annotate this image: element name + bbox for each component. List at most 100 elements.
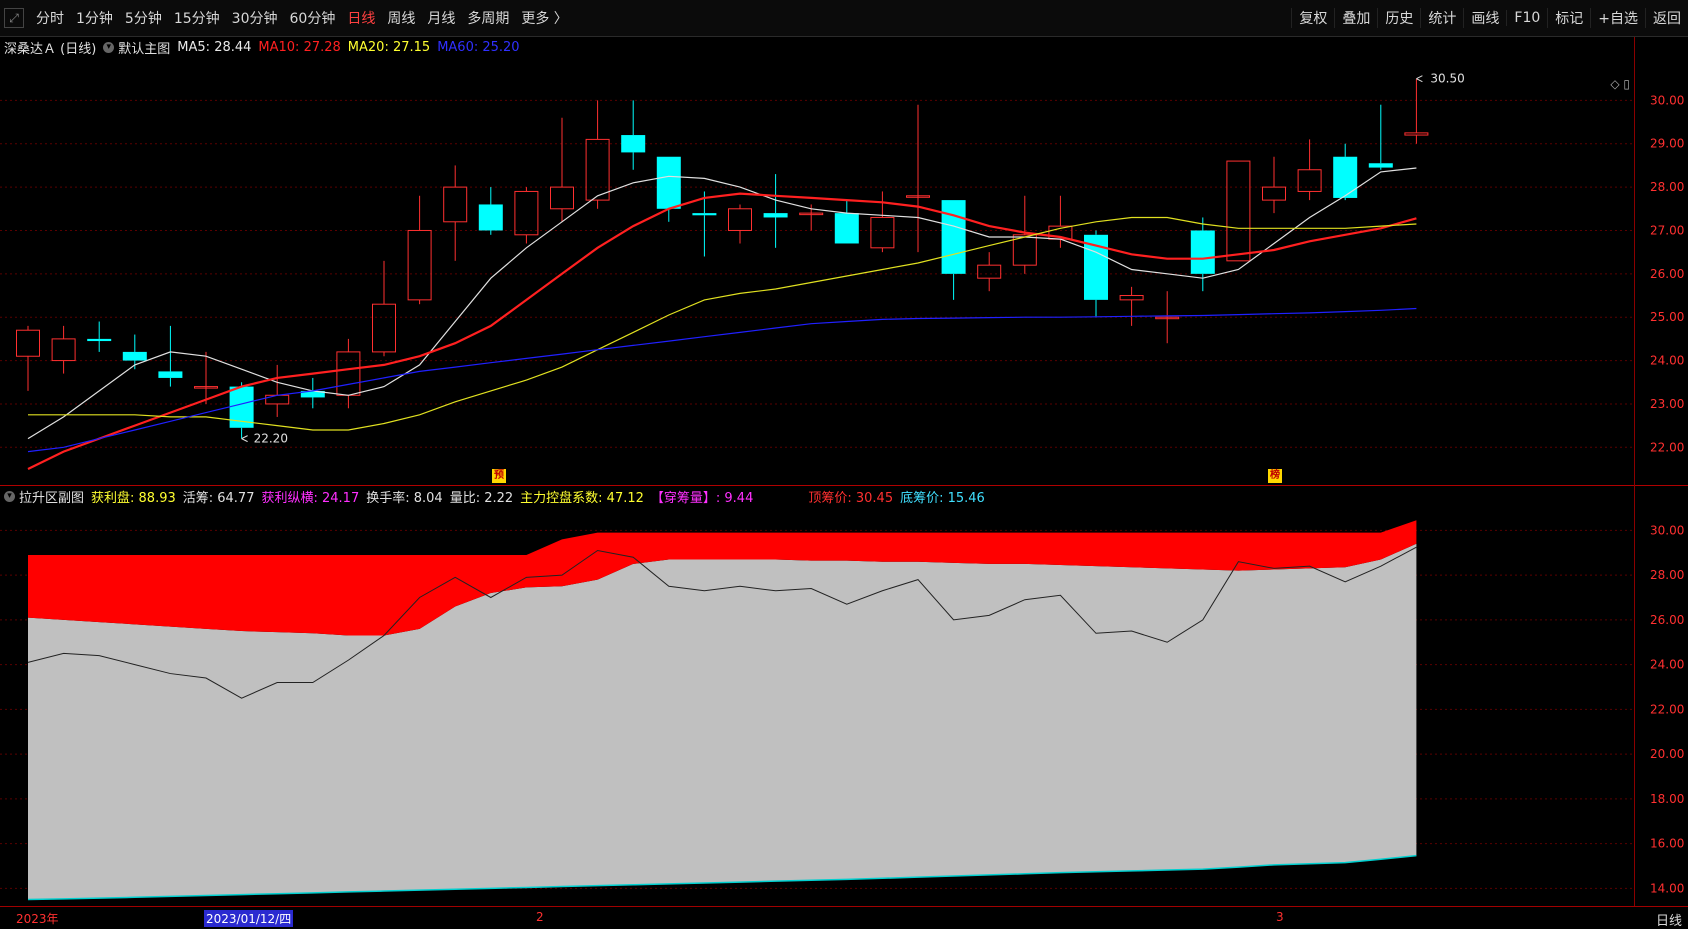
chip-wear-label: 【穿筹量】: 9.44 — [650, 490, 754, 506]
candle-body — [87, 338, 112, 342]
candle-body — [692, 213, 717, 216]
candle-body — [1333, 156, 1358, 198]
history-button[interactable]: 历史 — [1377, 8, 1420, 28]
candle-body — [1226, 160, 1251, 262]
profit-span-label: 获利纵横: 24.17 — [261, 490, 360, 506]
candle-body — [621, 135, 646, 153]
f10-button[interactable]: F10 — [1506, 10, 1547, 26]
date-month-3: 3 — [1276, 910, 1284, 924]
top-price-label: 顶筹价: 30.45 — [808, 490, 894, 506]
price-tick-label: 26.00 — [1650, 613, 1684, 627]
date-cursor: 2023/01/12/四 — [204, 910, 294, 927]
price-tick-label: 14.00 — [1650, 881, 1684, 895]
mark-button[interactable]: 标记 — [1547, 8, 1590, 28]
back-button[interactable]: 返回 — [1645, 8, 1688, 28]
candle-body — [407, 229, 432, 301]
high-arrow — [1416, 75, 1423, 83]
tab-60min[interactable]: 60分钟 — [284, 8, 342, 28]
candle-body — [656, 156, 681, 209]
candle-body — [336, 351, 361, 396]
candle-body — [1297, 169, 1322, 192]
candle-body — [1262, 186, 1286, 201]
low-arrow — [241, 435, 248, 443]
overlay-button[interactable]: 叠加 — [1334, 8, 1377, 28]
tab-multi-period[interactable]: 多周期 — [461, 8, 515, 28]
candle-body — [550, 186, 574, 210]
bottom-price-label: 底筹价: 15.46 — [900, 490, 985, 506]
price-tick-label: 22.00 — [1650, 702, 1684, 716]
tab-5min[interactable]: 5分钟 — [119, 8, 168, 28]
low-label: 22.20 — [254, 432, 288, 446]
candlestick-chart[interactable]: 22.00 23.00 24.00 25.00 26.00 27.00 28.00 29.00… — [0, 37, 1688, 485]
price-tick-label: 25.00 — [1650, 310, 1684, 324]
stock-name[interactable]: 深桑达Ａ (日线) — [4, 38, 96, 57]
adjust-button[interactable]: 复权 — [1291, 8, 1334, 28]
candle-body — [443, 186, 468, 223]
active-label: 活筹: 64.77 — [182, 490, 255, 506]
indicator-icon[interactable]: ▾ — [4, 490, 15, 502]
price-tick-label: 30.00 — [1650, 93, 1684, 107]
date-axis: 2023年 2023/01/12/四 2 3 日线 — [0, 906, 1688, 929]
add-watchlist-button[interactable]: +自选 — [1590, 8, 1645, 28]
candle-body — [514, 190, 539, 236]
tab-15min[interactable]: 15分钟 — [168, 8, 226, 28]
date-year: 2023年 — [16, 912, 59, 926]
tab-fenshi[interactable]: 分时 — [30, 8, 70, 28]
candle-body — [1404, 132, 1429, 136]
tab-monthly[interactable]: 月线 — [421, 8, 461, 28]
tab-weekly[interactable]: 周线 — [381, 8, 421, 28]
indicator-name[interactable]: 拉升区副图 — [19, 487, 84, 506]
price-tick-label: 20.00 — [1650, 747, 1684, 761]
stats-button[interactable]: 统计 — [1420, 8, 1463, 28]
tab-1min[interactable]: 1分钟 — [70, 8, 119, 28]
draw-line-button[interactable]: 画线 — [1463, 8, 1506, 28]
profit-label: 获利盘: 88.93 — [91, 490, 176, 506]
candle-body — [941, 200, 966, 274]
candle-body — [728, 208, 752, 231]
expand-icon[interactable]: ⤢ — [4, 8, 24, 28]
ma10-label: MA10: 27.28 — [258, 39, 341, 55]
high-label: 30.50 — [1430, 72, 1464, 86]
tool-buttons: 复权 叠加 历史 统计 画线 F10 标记 +自选 返回 — [1291, 0, 1688, 36]
template-name[interactable]: 默认主图 — [118, 38, 170, 57]
candle-body — [1119, 295, 1144, 301]
candle-body — [372, 303, 396, 353]
tab-more[interactable]: 更多 〉 — [515, 8, 573, 28]
period-tabs: ⤢ 分时 1分钟 5分钟 15分钟 30分钟 60分钟 日线 周线 月线 多周期… — [0, 0, 574, 36]
candle-body — [478, 204, 503, 231]
tab-30min[interactable]: 30分钟 — [226, 8, 284, 28]
price-tick-label: 18.00 — [1650, 792, 1684, 806]
pre-marker[interactable]: 预 — [492, 469, 506, 483]
period-toolbar: ⤢ 分时 1分钟 5分钟 15分钟 30分钟 60分钟 日线 周线 月线 多周期… — [0, 0, 1688, 37]
sub-info-line: ▾ 拉升区副图 获利盘: 88.93 活筹: 64.77 获利纵横: 24.17… — [4, 486, 992, 506]
candle-body — [51, 338, 76, 362]
price-tick-label: 24.00 — [1650, 354, 1684, 368]
chip-distribution-chart[interactable]: 14.00 16.00 18.00 20.00 22.00 24.00 26.00 28.00… — [0, 486, 1688, 906]
turnover-label: 换手率: 8.04 — [366, 490, 443, 506]
sub-chart-panel[interactable]: ▾ 拉升区副图 获利盘: 88.93 活筹: 64.77 获利纵横: 24.17… — [0, 486, 1688, 906]
date-month-2: 2 — [536, 910, 544, 924]
candle-body — [16, 329, 40, 357]
ma-line-ma60 — [27, 307, 1417, 453]
main-info-line: 深桑达Ａ (日线) ▾ 默认主图 MA5: 28.44 MA10: 27.28 … — [4, 37, 527, 57]
tab-daily[interactable]: 日线 — [341, 8, 381, 28]
candle-body — [1368, 163, 1393, 168]
control-label: 主力控盘系数: 47.12 — [520, 490, 644, 506]
ma60-label: MA60: 25.20 — [437, 39, 520, 55]
price-tick-label: 23.00 — [1650, 397, 1684, 411]
main-chart-panel[interactable]: 深桑达Ａ (日线) ▾ 默认主图 MA5: 28.44 MA10: 27.28 … — [0, 37, 1688, 485]
price-tick-label: 26.00 — [1650, 267, 1684, 281]
candle-body — [122, 351, 147, 361]
candle-body — [763, 213, 788, 218]
candle-body — [870, 216, 895, 249]
candle-body — [265, 394, 290, 405]
candle-body — [977, 264, 1002, 279]
price-tick-label: 27.00 — [1650, 223, 1684, 237]
price-tick-label: 22.00 — [1650, 440, 1684, 454]
price-tick-label: 16.00 — [1650, 837, 1684, 851]
period-label: 日线 — [1655, 914, 1682, 929]
list-marker[interactable]: 榜 — [1268, 469, 1282, 483]
template-icon[interactable]: ▾ — [103, 41, 115, 53]
candle-body — [158, 371, 183, 378]
price-axis-divider — [1634, 37, 1635, 907]
